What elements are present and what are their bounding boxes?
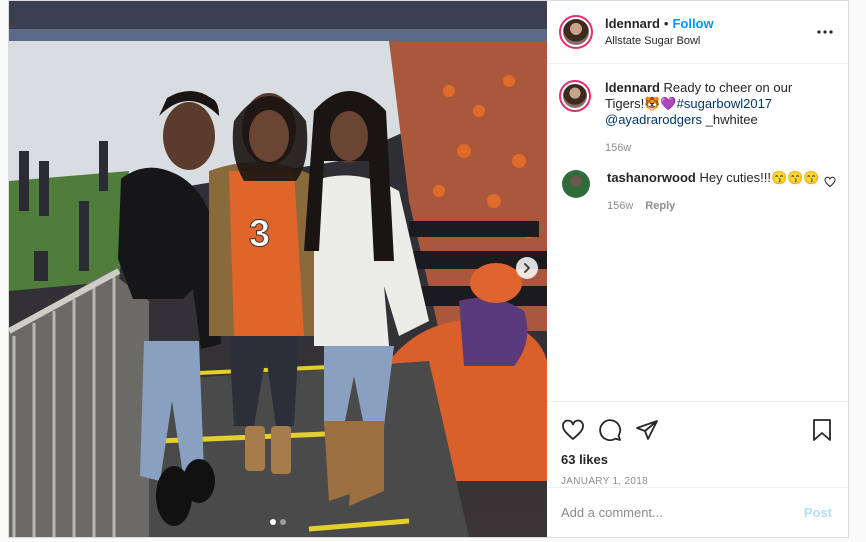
author-username[interactable]: ldennard: [605, 16, 660, 31]
like-button[interactable]: [561, 418, 585, 442]
likes-count[interactable]: 63 likes: [561, 452, 836, 467]
comment-age[interactable]: 156w: [607, 198, 633, 214]
avatar-image: [563, 84, 587, 108]
caption-body: ldennard Ready to cheer on our Tigers!🐯💜…: [605, 80, 823, 156]
post-comment-button[interactable]: Post: [804, 505, 832, 520]
author-info: ldennard • Follow Allstate Sugar Bowl: [605, 16, 714, 49]
post-date[interactable]: JANUARY 1, 2018: [561, 476, 836, 487]
caption-avatar[interactable]: [559, 80, 591, 112]
action-icons: [561, 410, 836, 450]
share-button[interactable]: [635, 418, 659, 442]
more-horizontal-icon: [817, 30, 833, 34]
commenter-username[interactable]: tashanorwood: [607, 170, 696, 185]
comment-body: tashanorwood Hey cuties!!!😙😙😙 156w Reply: [607, 170, 825, 214]
more-options-button[interactable]: [816, 23, 834, 41]
caption-meta: 156w: [605, 140, 823, 156]
caption-row: ldennard Ready to cheer on our Tigers!🐯💜…: [559, 80, 836, 156]
chevron-right-icon: [524, 263, 530, 273]
mention-link[interactable]: @ayadrarodgers: [605, 112, 702, 127]
next-photo-button[interactable]: [516, 257, 538, 279]
author-avatar[interactable]: [559, 15, 593, 49]
comments-list: ldennard Ready to cheer on our Tigers!🐯💜…: [547, 64, 848, 401]
comment-icon: [599, 419, 622, 442]
caption-tail: _hwhitee: [702, 112, 758, 127]
hashtag-link[interactable]: #sugarbowl2017: [677, 96, 772, 111]
svg-text:3: 3: [249, 213, 270, 255]
comment-row: tashanorwood Hey cuties!!!😙😙😙 156w Reply: [559, 170, 836, 214]
post-side-panel: ldennard • Follow Allstate Sugar Bowl lden…: [547, 1, 848, 537]
carousel-dot-active: [270, 519, 276, 525]
caption-text: ldennard Ready to cheer on our Tigers!🐯💜…: [605, 80, 823, 128]
comment-text: tashanorwood Hey cuties!!!😙😙😙: [607, 170, 825, 186]
post-header: ldennard • Follow Allstate Sugar Bowl: [547, 1, 848, 64]
comment-input[interactable]: [561, 505, 804, 520]
post-card: 3 ldennard • Follow Allstate Sugar Bowl …: [8, 0, 849, 538]
post-photo[interactable]: 3: [9, 1, 547, 537]
send-icon: [636, 420, 658, 440]
comment-like-button[interactable]: [824, 176, 836, 191]
save-button[interactable]: [810, 418, 834, 442]
follow-button[interactable]: Follow: [672, 16, 713, 31]
avatar-image: [563, 19, 589, 45]
caption-emojis: 🐯💜: [644, 96, 677, 111]
caption-username[interactable]: ldennard: [605, 80, 660, 95]
post-actions: 63 likes JANUARY 1, 2018: [547, 401, 848, 487]
comment-meta: 156w Reply: [607, 198, 825, 214]
reply-button[interactable]: Reply: [645, 198, 675, 214]
location-link[interactable]: Allstate Sugar Bowl: [605, 33, 714, 49]
bookmark-icon: [813, 419, 831, 441]
carousel-dot: [280, 519, 286, 525]
caption-age[interactable]: 156w: [605, 140, 631, 156]
add-comment-bar: Post: [547, 487, 848, 537]
commenter-avatar[interactable]: [562, 170, 590, 198]
comment-button[interactable]: [598, 418, 622, 442]
photo-image: 3: [9, 1, 547, 537]
comment-message: Hey cuties!!!😙😙😙: [699, 170, 820, 185]
heart-icon: [562, 419, 584, 441]
heart-icon: [824, 176, 836, 188]
carousel-indicator: [270, 519, 286, 525]
separator-dot: •: [663, 15, 669, 31]
